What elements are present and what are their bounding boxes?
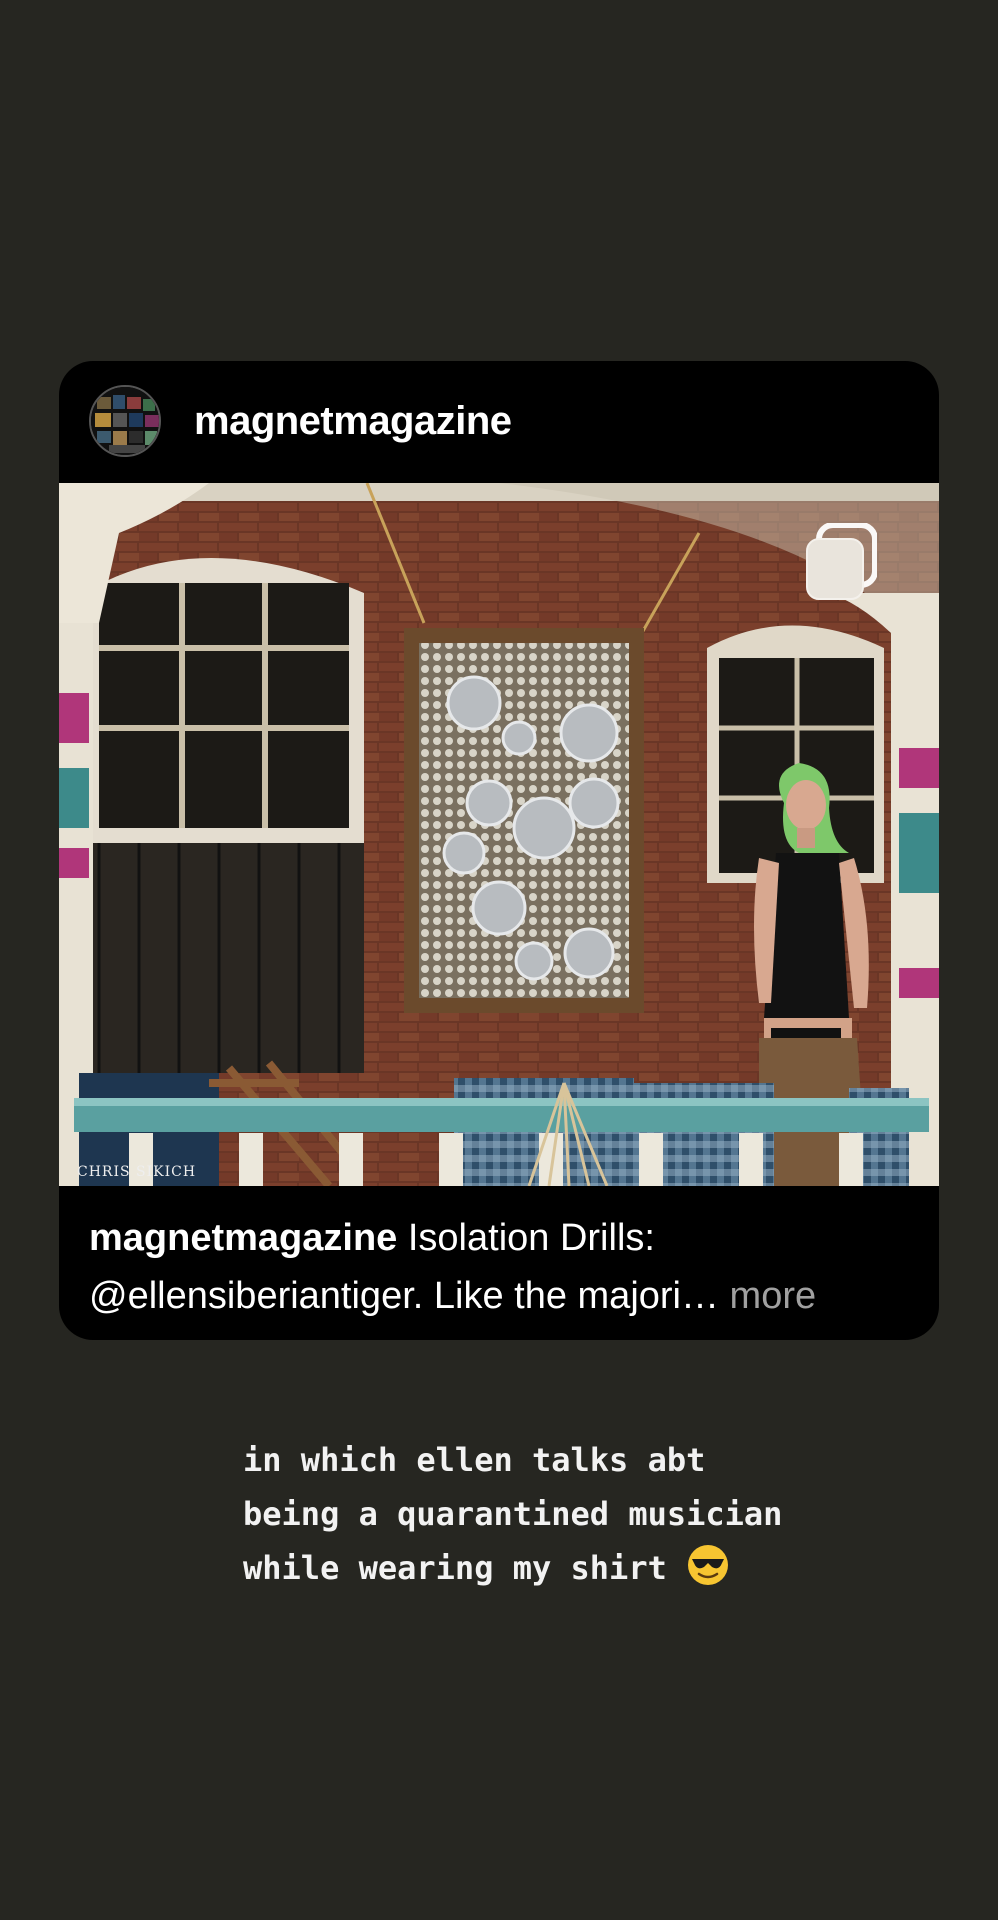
caption-more-link[interactable]: more: [719, 1275, 817, 1317]
shared-post-card[interactable]: magnetmagazine CHRIS SIKICH magnetmagazi…: [59, 361, 939, 1340]
caption-username[interactable]: magnetmagazine: [89, 1217, 397, 1259]
post-header: magnetmagazine: [59, 361, 939, 483]
story-text-overlay: in which ellen talks abt being a quarant…: [243, 1433, 923, 1595]
sunglasses-emoji-icon: [688, 1545, 729, 1585]
story-line-2: being a quarantined musician: [243, 1495, 783, 1533]
post-caption[interactable]: magnetmagazine Isolation Drills: @ellens…: [89, 1209, 919, 1325]
multiple-posts-icon: [806, 523, 877, 600]
story-line-3: while wearing my shirt: [243, 1549, 667, 1587]
post-username[interactable]: magnetmagazine: [194, 399, 512, 444]
avatar-collage-icon: [91, 387, 159, 455]
story-line-1: in which ellen talks abt: [243, 1441, 706, 1479]
profile-avatar[interactable]: [89, 385, 161, 457]
photo-credit: CHRIS SIKICH: [77, 1164, 197, 1180]
post-photo[interactable]: CHRIS SIKICH: [59, 483, 939, 1186]
caption-ellipsis: …: [681, 1275, 719, 1317]
